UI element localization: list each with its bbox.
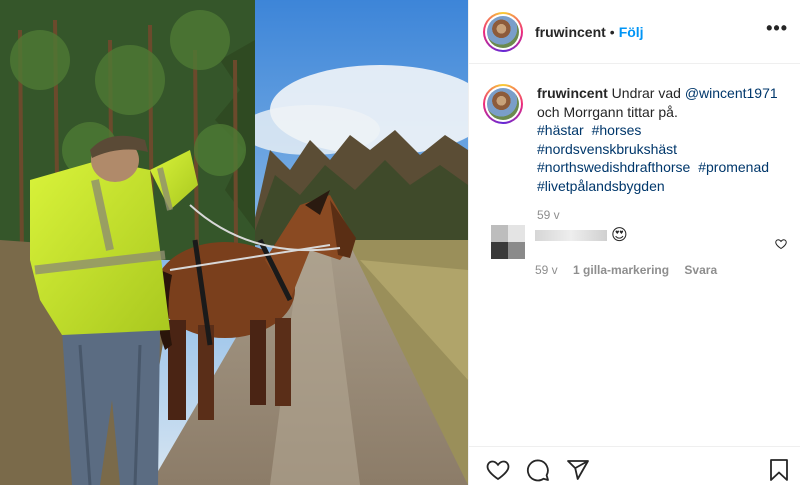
hashtag-link[interactable]: #northswedishdrafthorse [537, 159, 690, 175]
post-author-avatar[interactable] [483, 11, 523, 52]
reply-likes-count[interactable]: 1 gilla-markering [573, 263, 669, 277]
bookmark-icon[interactable] [767, 458, 791, 482]
caption-text-after: och Morrgann tittar på. [537, 103, 678, 120]
post-author-username[interactable]: fruwincent [535, 24, 606, 40]
heart-eyes-emoji: 😍 [611, 227, 628, 244]
heart-icon[interactable] [775, 238, 787, 250]
comment-icon[interactable] [525, 458, 551, 482]
mention-link[interactable]: @wincent1971 [685, 85, 778, 101]
hashtag-link[interactable]: #horses [592, 122, 642, 138]
hashtag-list: #hästar #horses #nordsvenskbrukshäst #no… [537, 121, 793, 195]
more-options-icon[interactable]: ••• [766, 18, 788, 39]
caption-username[interactable]: fruwincent [537, 85, 608, 101]
caption-comment: fruwincent Undrar vad @wincent1971 och M… [483, 84, 793, 225]
hashtag-link[interactable]: #nordsvenskbrukshäst [537, 141, 677, 157]
reply-meta: 59 v 1 gilla-markering Svara [535, 263, 729, 277]
hashtag-link[interactable]: #hästar [537, 122, 584, 138]
post-action-bar [469, 446, 800, 485]
follow-button[interactable]: Följ [619, 24, 644, 40]
reply-timestamp[interactable]: 59 v [535, 263, 558, 277]
caption-text-before: Undrar vad [611, 85, 681, 101]
reply-button[interactable]: Svara [684, 263, 717, 277]
separator-dot: • [609, 23, 615, 40]
blurred-avatar[interactable] [491, 225, 525, 259]
hashtag-link[interactable]: #promenad [698, 159, 769, 175]
avatar-image [487, 15, 519, 48]
caption-timestamp[interactable]: 59 v [537, 206, 793, 225]
caption-text: fruwincent Undrar vad @wincent1971 och M… [537, 84, 793, 225]
photo-horse-and-man [0, 0, 468, 485]
post-header: fruwincent • Följ ••• [469, 0, 800, 64]
reply-comment: 😍 59 v 1 gilla-markering Svara [491, 225, 791, 285]
blurred-username[interactable] [535, 230, 607, 241]
heart-icon[interactable] [485, 458, 511, 482]
share-icon[interactable] [565, 458, 591, 482]
caption-author-avatar[interactable] [483, 84, 523, 124]
post-photo[interactable] [0, 0, 468, 485]
avatar-image [487, 88, 519, 120]
hashtag-link[interactable]: #livetpålandsbygden [537, 178, 665, 194]
post-side-panel: fruwincent • Följ ••• fruwincent Undrar … [468, 0, 800, 485]
